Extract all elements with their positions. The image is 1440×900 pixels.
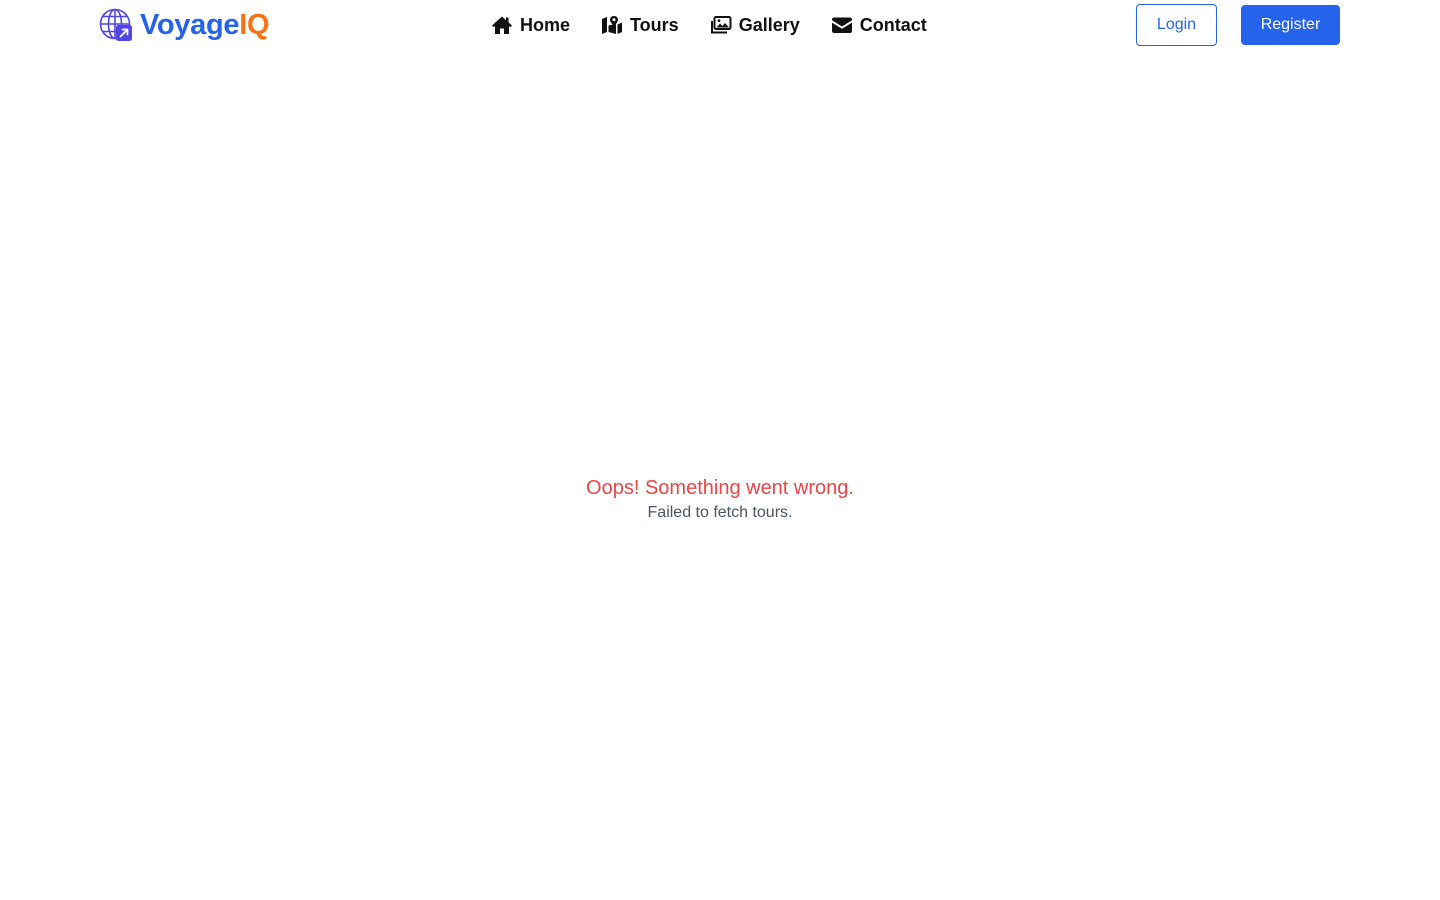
- nav-item-label: Tours: [630, 14, 679, 35]
- nav-item-label: Gallery: [738, 14, 800, 35]
- brand-name-part1: Voyage: [140, 9, 240, 41]
- brand-logo-link[interactable]: VoyageIQ: [99, 8, 270, 42]
- brand-name: VoyageIQ: [140, 8, 270, 42]
- nav-item-tours[interactable]: Tours: [601, 15, 679, 36]
- nav-item-label: Home: [520, 14, 571, 35]
- nav-item-contact[interactable]: Contact: [831, 15, 927, 36]
- login-button[interactable]: Login: [1136, 4, 1217, 46]
- map-icon: [602, 16, 623, 34]
- nav-item-home[interactable]: Home: [491, 15, 570, 36]
- navbar: VoyageIQ Home Tours Gallery Contact Logi…: [0, 0, 1440, 50]
- images-icon: [710, 16, 732, 34]
- globe-plane-icon: [99, 8, 132, 41]
- error-title: Oops! Something went wrong.: [586, 477, 854, 499]
- main-nav: Home Tours Gallery Contact: [491, 12, 927, 38]
- error-state: Oops! Something went wrong. Failed to fe…: [0, 475, 1440, 525]
- home-icon: [492, 16, 512, 34]
- brand-name-part2: IQ: [239, 9, 270, 41]
- nav-item-gallery[interactable]: Gallery: [710, 15, 800, 36]
- nav-item-label: Contact: [859, 14, 927, 35]
- register-button[interactable]: Register: [1241, 5, 1340, 45]
- error-message: Failed to fetch tours.: [647, 504, 793, 521]
- envelope-icon: [831, 17, 852, 33]
